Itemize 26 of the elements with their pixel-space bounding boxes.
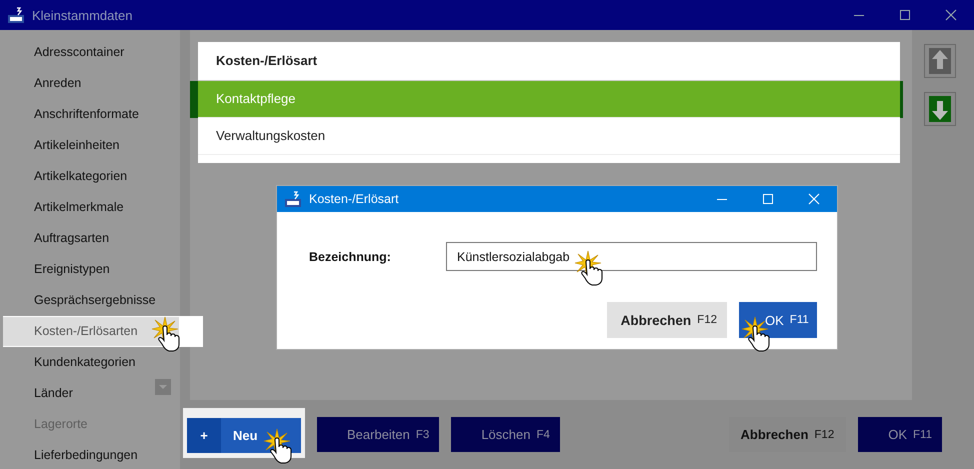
sidebar-item[interactable]: Länder: [0, 378, 73, 409]
action-button[interactable]: OK F11: [858, 417, 942, 452]
sidebar-item[interactable]: Anschriftenformate: [0, 99, 139, 130]
sidebar-item[interactable]: Gesprächsergebnisse: [0, 285, 156, 316]
sidebar-item[interactable]: Artikelmerkmale: [0, 192, 124, 223]
app-logo-icon: [285, 191, 301, 207]
field-label: Bezeichnung:: [309, 250, 392, 264]
sidebar-item[interactable]: Ereignistypen: [0, 254, 110, 285]
ok-button[interactable]: OK F11: [739, 302, 817, 338]
action-button[interactable]: Bearbeiten F3: [317, 417, 440, 452]
sidebar-item[interactable]: Artikelkategorien: [0, 161, 128, 192]
cancel-button[interactable]: Abbrechen F12: [606, 302, 727, 338]
list-row[interactable]: Verwaltungskosten: [198, 118, 900, 155]
sidebar-item[interactable]: Auftragsarten: [0, 223, 110, 254]
sidebar-item[interactable]: Lieferbedingungen: [0, 440, 138, 469]
new-button[interactable]: + Neu: [187, 418, 301, 452]
text-field[interactable]: Künstlersozialabgab: [446, 242, 817, 271]
sidebar-item[interactable]: Kundenkategorien: [0, 347, 136, 378]
dialog-title: Kosten-/Erlösart: [309, 192, 400, 206]
sidebar-item[interactable]: Artikeleinheiten: [0, 130, 120, 161]
app-logo-icon: [8, 7, 24, 23]
window-title: Kleinstammdaten: [32, 8, 134, 22]
arrow-down-icon[interactable]: [924, 92, 956, 126]
sidebar-item[interactable]: Adresscontainer: [0, 37, 124, 68]
action-button[interactable]: Löschen F4: [451, 417, 560, 452]
sidebar-item[interactable]: Anreden: [0, 68, 82, 99]
